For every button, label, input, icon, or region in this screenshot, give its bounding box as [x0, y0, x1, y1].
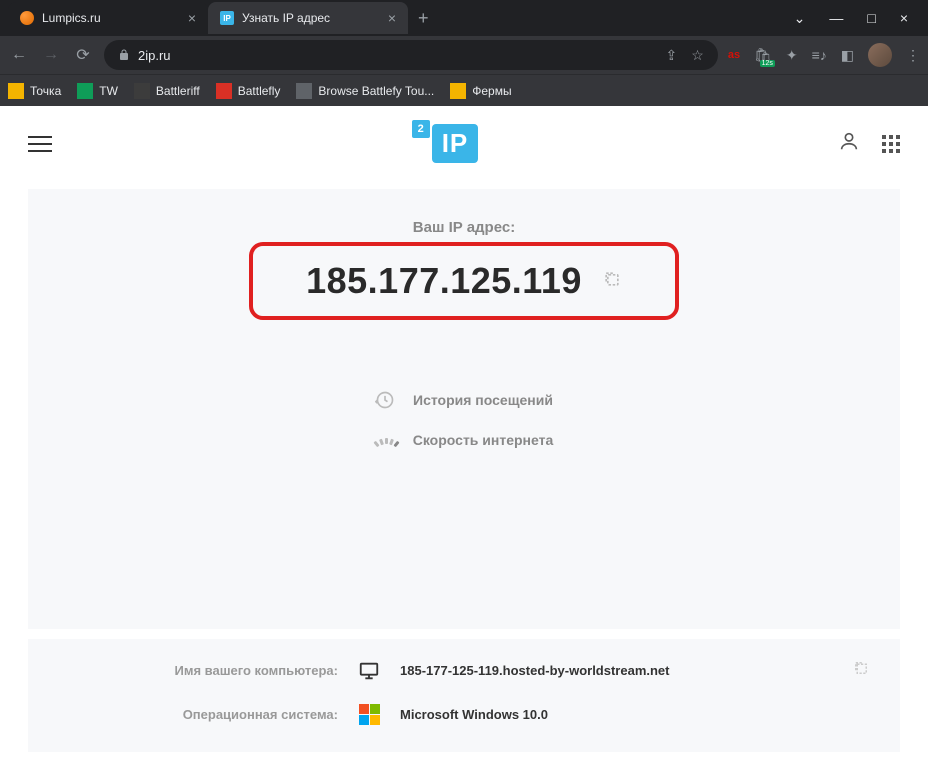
os-label: Операционная система:	[58, 707, 338, 722]
favicon-2ip: IP	[220, 11, 234, 25]
speed-label: Скорость интернета	[413, 432, 554, 448]
ip-value: 185.177.125.119	[306, 260, 582, 302]
monitor-icon	[356, 660, 382, 682]
computer-label: Имя вашего компьютера:	[58, 663, 338, 678]
tab-title: Lumpics.ru	[42, 11, 101, 25]
os-value: Microsoft Windows 10.0	[400, 707, 548, 722]
close-window-button[interactable]: ×	[900, 10, 908, 27]
minimize-button[interactable]: ―	[829, 10, 843, 27]
bookmark-fermy[interactable]: Фермы	[450, 83, 511, 99]
history-link[interactable]: История посещений	[375, 390, 553, 410]
speed-link[interactable]: Скорость интернета	[375, 432, 554, 448]
chevron-down-icon[interactable]: ⌄	[794, 10, 806, 27]
apps-icon[interactable]	[882, 135, 900, 153]
ext-shopping-icon[interactable]: 🛍12s	[754, 47, 772, 64]
extensions-icon[interactable]: ✦	[786, 47, 798, 64]
address-bar[interactable]: 2ip.ru ⇪ ☆	[104, 40, 718, 70]
maximize-button[interactable]: □	[867, 10, 875, 27]
url-text: 2ip.ru	[138, 48, 171, 63]
favicon-lumpics	[20, 11, 34, 25]
share-icon[interactable]: ⇪	[666, 47, 678, 64]
site-logo[interactable]: 2 IP	[412, 124, 479, 163]
bookmark-battleriff[interactable]: Battleriff	[134, 83, 200, 99]
ext-lastfm-icon[interactable]: as	[728, 49, 740, 61]
menu-icon[interactable]: ⋮	[906, 47, 920, 64]
ip-label: Ваш IP адрес:	[28, 219, 900, 236]
tab-title: Узнать IP адрес	[242, 11, 330, 25]
ext-music-icon[interactable]: ≡♪	[812, 47, 827, 63]
lock-icon	[118, 49, 130, 61]
bookmark-battlefy[interactable]: Browse Battlefy Tou...	[296, 83, 434, 99]
windows-icon	[356, 704, 382, 725]
folder-icon	[450, 83, 466, 99]
user-icon[interactable]	[838, 130, 860, 157]
tab-2ip[interactable]: IP Узнать IP адрес ×	[208, 2, 408, 34]
ext-panel-icon[interactable]: ◧	[841, 47, 854, 64]
copy-icon[interactable]	[602, 269, 622, 294]
ip-highlight-box: 185.177.125.119	[249, 242, 679, 320]
site-icon	[296, 83, 312, 99]
bookmark-battlefly[interactable]: Battlefly	[216, 83, 281, 99]
close-icon[interactable]: ×	[388, 10, 396, 26]
close-icon[interactable]: ×	[188, 10, 196, 26]
speed-icon	[375, 433, 395, 447]
computer-value: 185-177-125-119.hosted-by-worldstream.ne…	[400, 663, 670, 678]
menu-button[interactable]	[28, 136, 52, 152]
bookmarks-bar: Точка TW Battleriff Battlefly Browse Bat…	[0, 74, 928, 106]
site-icon	[216, 83, 232, 99]
site-icon	[134, 83, 150, 99]
info-row-os: Операционная система: Microsoft Windows …	[58, 704, 870, 725]
info-row-computer: Имя вашего компьютера: 185-177-125-119.h…	[58, 659, 870, 682]
sheets-icon	[77, 83, 93, 99]
copy-icon[interactable]	[852, 659, 870, 682]
forward-button[interactable]: →	[40, 46, 62, 64]
bookmark-tw[interactable]: TW	[77, 83, 118, 99]
star-icon[interactable]: ☆	[691, 47, 704, 64]
back-button[interactable]: ←	[8, 46, 30, 64]
profile-avatar[interactable]	[868, 43, 892, 67]
history-label: История посещений	[413, 392, 553, 408]
reload-button[interactable]: ⟳	[72, 45, 94, 65]
bookmark-tochka[interactable]: Точка	[8, 83, 61, 99]
new-tab-button[interactable]: +	[408, 8, 439, 29]
history-icon	[375, 390, 395, 410]
folder-icon	[8, 83, 24, 99]
tab-lumpics[interactable]: Lumpics.ru ×	[8, 2, 208, 34]
